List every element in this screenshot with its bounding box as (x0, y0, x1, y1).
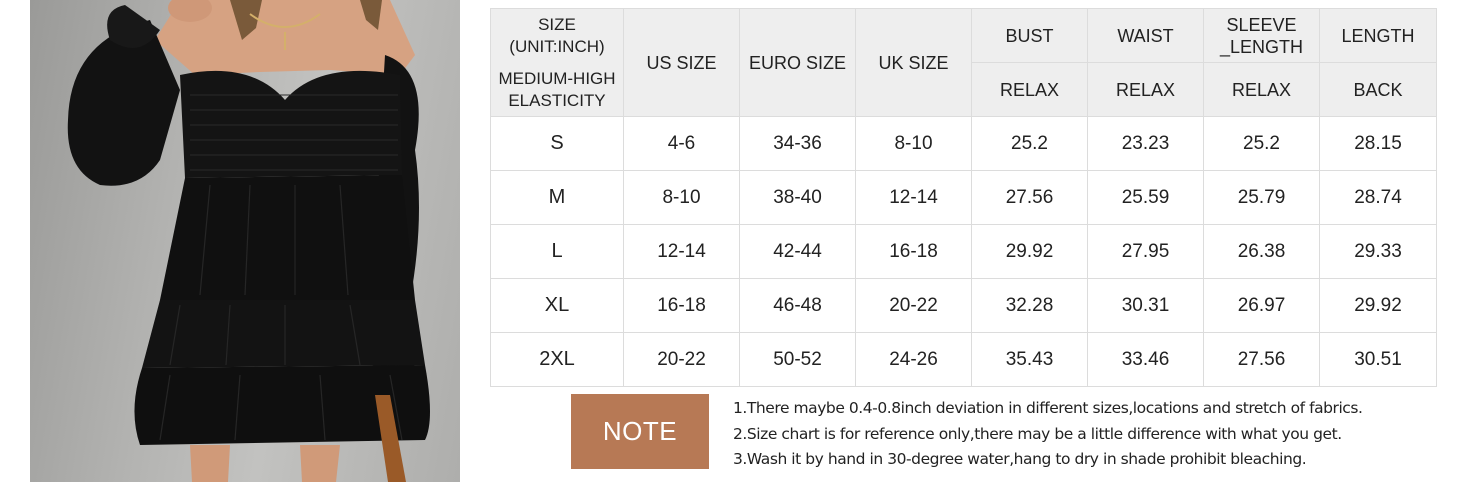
uk-size-cell: 24-26 (855, 332, 972, 387)
table-row: XL 16-18 46-48 20-22 32.28 30.31 26.97 29.92 (490, 278, 1437, 333)
unit-label: (UNIT:INCH) (509, 36, 605, 56)
sleeve-length-cell: 27.56 (1203, 332, 1320, 387)
note-line: 3.Wash it by hand in 30-degree water,han… (733, 450, 1307, 468)
length-cell: 28.74 (1319, 170, 1437, 225)
bust-cell: 27.56 (971, 170, 1088, 225)
table-row: L 12-14 42-44 16-18 29.92 27.95 26.38 29.33 (490, 224, 1437, 279)
elasticity-label-line1: MEDIUM-HIGH (498, 68, 616, 88)
waist-cell: 30.31 (1087, 278, 1204, 333)
us-size-cell: 20-22 (623, 332, 740, 387)
size-cell: M (490, 170, 624, 225)
sleeve-length-cell: 26.38 (1203, 224, 1320, 279)
sleeve-length-cell: 25.79 (1203, 170, 1320, 225)
table-row: 2XL 20-22 50-52 24-26 35.43 33.46 27.56 30.51 (490, 332, 1437, 387)
bust-cell: 29.92 (971, 224, 1088, 279)
waist-cell: 23.23 (1087, 116, 1204, 171)
size-unit-header: SIZE (UNIT:INCH) MEDIUM-HIGH ELASTICITY (490, 8, 624, 117)
us-size-cell: 4-6 (623, 116, 740, 171)
uk-size-cell: 12-14 (855, 170, 972, 225)
size-cell: L (490, 224, 624, 279)
waist-cell: 27.95 (1087, 224, 1204, 279)
size-cell: 2XL (490, 332, 624, 387)
table-row: S 4-6 34-36 8-10 25.2 23.23 25.2 28.15 (490, 116, 1437, 171)
waist-subheader: RELAX (1087, 62, 1204, 117)
note-line: 2.Size chart is for reference only,there… (733, 424, 1342, 443)
length-cell: 29.92 (1319, 278, 1437, 333)
sleeve-length-cell: 25.2 (1203, 116, 1320, 171)
size-chart-table: SIZE (UNIT:INCH) MEDIUM-HIGH ELASTICITY … (490, 8, 1437, 387)
dress-illustration (67, 0, 430, 482)
euro-size-cell: 38-40 (739, 170, 856, 225)
length-cell: 29.33 (1319, 224, 1437, 279)
header-row: SIZE (UNIT:INCH) MEDIUM-HIGH ELASTICITY … (490, 8, 1437, 117)
sleeve-header-line2: _LENGTH (1219, 36, 1304, 57)
euro-size-header: EURO SIZE (739, 8, 856, 117)
sleeve-subheader: RELAX (1203, 62, 1320, 117)
size-rows: S 4-6 34-36 8-10 25.2 23.23 25.2 28.15 M 8-10 38-4… (490, 116, 1437, 387)
note-badge: NOTE (571, 394, 709, 469)
euro-size-cell: 50-52 (739, 332, 856, 387)
length-cell: 28.15 (1319, 116, 1437, 171)
us-size-cell: 8-10 (623, 170, 740, 225)
bust-cell: 32.28 (971, 278, 1088, 333)
length-cell: 30.51 (1319, 332, 1437, 387)
sleeve-length-header: SLEEVE _LENGTH (1203, 8, 1320, 63)
us-size-cell: 16-18 (623, 278, 740, 333)
size-header-label: SIZE (538, 14, 576, 34)
product-photo (30, 0, 460, 482)
waist-cell: 33.46 (1087, 332, 1204, 387)
waist-header: WAIST (1087, 8, 1204, 63)
bust-header: BUST (971, 8, 1088, 63)
euro-size-cell: 42-44 (739, 224, 856, 279)
bust-cell: 35.43 (971, 332, 1088, 387)
euro-size-cell: 34-36 (739, 116, 856, 171)
length-subheader: BACK (1319, 62, 1437, 117)
uk-size-cell: 16-18 (855, 224, 972, 279)
waist-cell: 25.59 (1087, 170, 1204, 225)
size-cell: S (490, 116, 624, 171)
bust-subheader: RELAX (971, 62, 1088, 117)
us-size-header: US SIZE (623, 8, 740, 117)
euro-size-cell: 46-48 (739, 278, 856, 333)
table-row: M 8-10 38-40 12-14 27.56 25.59 25.79 28.74 (490, 170, 1437, 225)
note-list: 1.There maybe 0.4-0.8inch deviation in d… (733, 396, 1453, 473)
bust-cell: 25.2 (971, 116, 1088, 171)
length-header: LENGTH (1319, 8, 1437, 63)
note-line: 1.There maybe 0.4-0.8inch deviation in d… (733, 399, 1363, 417)
sleeve-length-cell: 26.97 (1203, 278, 1320, 333)
elasticity-label-line2: ELASTICITY (508, 90, 606, 110)
size-cell: XL (490, 278, 624, 333)
us-size-cell: 12-14 (623, 224, 740, 279)
uk-size-cell: 20-22 (855, 278, 972, 333)
uk-size-cell: 8-10 (855, 116, 972, 171)
uk-size-header: UK SIZE (855, 8, 972, 117)
sleeve-header-line1: SLEEVE (1226, 14, 1297, 35)
